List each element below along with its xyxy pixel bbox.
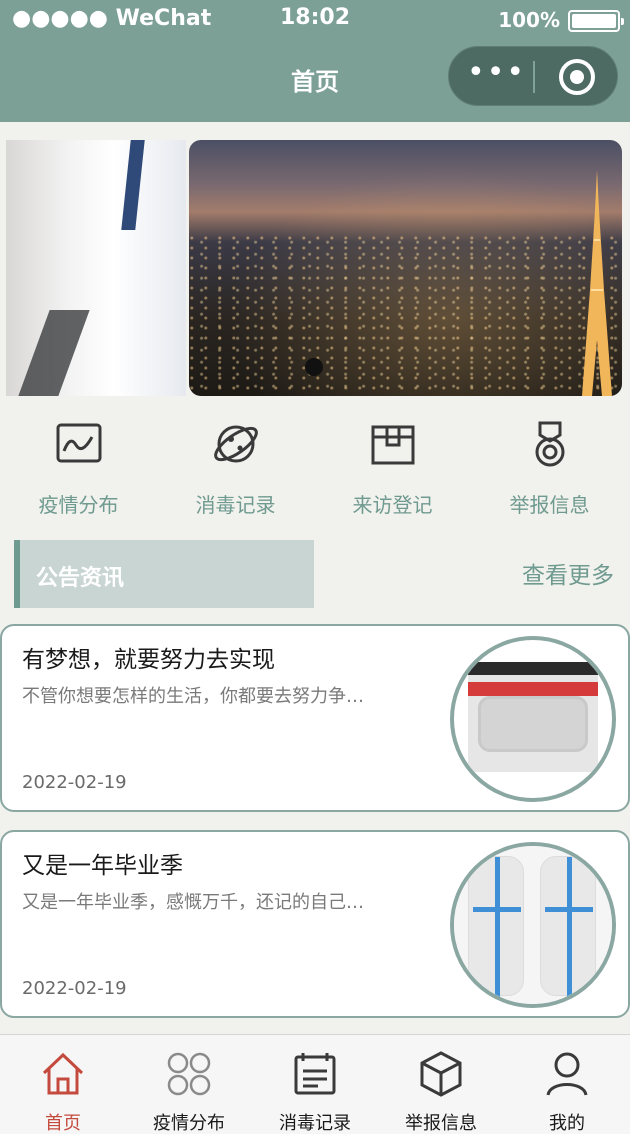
goggles-lens — [478, 696, 588, 752]
news-title: 又是一年毕业季 — [22, 853, 183, 879]
tab-label: 举报信息 — [405, 1113, 477, 1134]
quick-item-report[interactable]: 举报信息 — [471, 415, 628, 525]
carousel-dot-indicator[interactable] — [305, 358, 323, 376]
battery-icon — [568, 10, 624, 32]
suits-illustration — [454, 846, 612, 1004]
tab-label: 疫情分布 — [153, 1113, 225, 1134]
banner-slide-city[interactable] — [189, 140, 622, 396]
suit-tape — [473, 907, 521, 912]
quick-item-visitor[interactable]: 来访登记 — [314, 415, 471, 525]
mini-program-capsule: ••• — [448, 46, 618, 106]
home-icon — [42, 1052, 84, 1095]
news-card[interactable]: 又是一年毕业季 又是一年毕业季，感慨万千，还记的自己… 2022-02-19 — [0, 830, 630, 1018]
box-icon — [371, 425, 414, 465]
news-date: 2022-02-19 — [22, 772, 127, 793]
view-more-link[interactable]: 查看更多 — [522, 556, 614, 590]
tab-label: 我的 — [549, 1113, 585, 1134]
grid-clover-icon — [167, 1052, 211, 1096]
news-date: 2022-02-19 — [22, 978, 127, 999]
suit-back — [540, 856, 596, 997]
status-bar: ●●●●● WeChat 18:02 100% — [0, 0, 630, 38]
protective-suits-image — [450, 842, 616, 1008]
quick-item-label: 来访登记 — [352, 493, 433, 517]
quick-item-disinfection[interactable]: 消毒记录 — [157, 415, 314, 525]
news-desc: 不管你想要怎样的生活，你都要去努力争… — [22, 686, 364, 707]
eiffel-tower-illustration — [582, 170, 612, 396]
more-dots-icon[interactable]: ••• — [467, 58, 524, 90]
tab-epidemic[interactable]: 疫情分布 — [126, 1035, 252, 1134]
trend-chart-icon — [56, 423, 101, 463]
news-card[interactable]: 有梦想，就要努力去实现 不管你想要怎样的生活，你都要去努力争… 2022-02-… — [0, 624, 630, 812]
quick-item-label: 举报信息 — [509, 493, 590, 517]
quick-item-epidemic[interactable]: 疫情分布 — [0, 415, 157, 525]
tab-disinfection[interactable]: 消毒记录 — [252, 1035, 378, 1134]
clipboard-icon — [294, 1053, 336, 1095]
news-title: 有梦想，就要努力去实现 — [22, 647, 275, 673]
suit-front — [468, 856, 524, 997]
planet-icon — [213, 425, 258, 463]
quick-menu: 疫情分布 消毒记录 来访登记 举报信息 — [0, 415, 630, 525]
battery-percent: 100% — [498, 8, 560, 32]
news-desc: 又是一年毕业季，感慨万千，还记的自己… — [22, 892, 364, 913]
tab-report[interactable]: 举报信息 — [378, 1035, 504, 1134]
goggles-image — [450, 636, 616, 802]
capsule-divider — [533, 61, 535, 93]
tab-label: 消毒记录 — [279, 1113, 351, 1134]
goggles-band — [468, 682, 598, 696]
banner-slide-doctor[interactable] — [6, 140, 186, 396]
quick-item-label: 消毒记录 — [195, 493, 276, 517]
tab-mine[interactable]: 我的 — [504, 1035, 630, 1134]
tab-bar: 首页 疫情分布 消毒记录 举报信息 我的 — [0, 1034, 630, 1134]
doctor-tie — [121, 140, 145, 230]
nav-bar: 首页 ••• — [0, 38, 630, 122]
section-title: 公告资讯 — [36, 566, 125, 591]
tab-home[interactable]: 首页 — [0, 1035, 126, 1134]
tab-label: 首页 — [45, 1113, 81, 1134]
quick-item-label: 疫情分布 — [38, 493, 119, 517]
suit-tape — [567, 857, 572, 997]
user-icon — [546, 1052, 588, 1096]
target-icon[interactable] — [559, 59, 595, 95]
medal-icon — [535, 421, 564, 467]
suit-tape — [495, 857, 500, 997]
goggles-illustration — [468, 662, 598, 772]
cube-icon — [420, 1051, 462, 1097]
section-header: 公告资讯 — [14, 540, 314, 608]
doctor-coat-shadow — [18, 310, 90, 396]
suit-tape — [545, 907, 593, 912]
city-lights — [189, 235, 622, 396]
